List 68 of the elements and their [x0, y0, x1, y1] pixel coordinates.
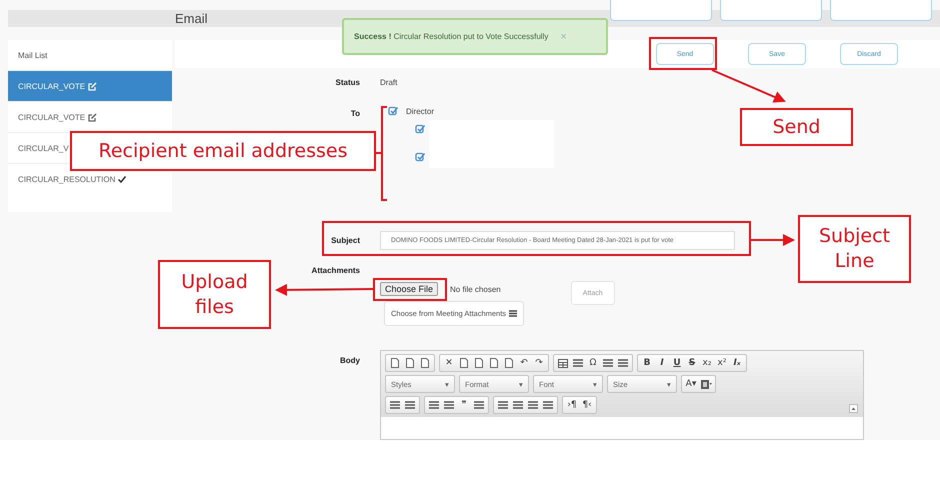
toolbar-button[interactable]	[556, 356, 570, 370]
toolbar-button[interactable]	[502, 356, 516, 370]
toolbar-button[interactable]	[457, 356, 471, 370]
toast-message: Success ! Circular Resolution put to Vote Successfully	[354, 32, 548, 41]
checked-box-icon[interactable]	[415, 152, 425, 162]
toolbar-button[interactable]: x₂	[700, 356, 714, 370]
lines-icon	[528, 401, 538, 409]
highlight-frame	[649, 37, 717, 70]
lines-icon	[618, 359, 628, 367]
toolbar-button[interactable]	[472, 356, 486, 370]
toolbar-button[interactable]: A▾	[684, 377, 698, 391]
toolbar-button[interactable]: x²	[715, 356, 729, 370]
callout-label: Upload files	[158, 260, 271, 329]
lines-icon	[543, 401, 553, 409]
toolbar-button[interactable]: Iₓ	[730, 356, 744, 370]
table-icon	[558, 358, 568, 368]
toolbar-button[interactable]	[403, 356, 417, 370]
recipient-name: Director	[406, 106, 434, 116]
lines-icon	[513, 401, 523, 409]
file-status: No file chosen	[450, 284, 501, 294]
lines-icon	[444, 401, 454, 409]
edit-icon	[88, 82, 98, 90]
toolbar-button[interactable]: I	[655, 356, 669, 370]
field-label: Body	[339, 356, 360, 365]
toolbar-button[interactable]	[388, 356, 402, 370]
callout-label: Recipient email addresses	[70, 131, 376, 171]
lines-icon	[603, 359, 613, 367]
status-value: Draft	[380, 78, 398, 87]
lines-icon	[405, 401, 415, 409]
field-label: Subject	[330, 236, 360, 245]
field-label: Attachments	[310, 266, 360, 275]
lines-icon	[429, 401, 439, 409]
page-title: Email	[175, 11, 208, 26]
toolbar-button[interactable]: S	[685, 356, 699, 370]
toolbar-button[interactable]: ↶	[517, 356, 531, 370]
callout-label: Send	[740, 108, 853, 146]
toolbar-button[interactable]: B	[640, 356, 654, 370]
list-icon	[509, 310, 518, 317]
field-label: To	[350, 109, 360, 118]
lines-icon	[474, 401, 484, 409]
mail-list-item[interactable]: CIRCULAR_RESOLUTION	[18, 174, 126, 184]
lines-icon	[498, 401, 508, 409]
toolbar-button[interactable]	[487, 356, 501, 370]
checked-box-icon[interactable]	[415, 124, 425, 134]
callout-label: Subject Line	[798, 215, 911, 283]
toolbar-button[interactable]: ↷	[532, 356, 546, 370]
toolbar-button[interactable]	[418, 356, 432, 370]
edit-icon	[88, 112, 98, 122]
mail-list-item[interactable]: CIRCULAR_V	[18, 144, 69, 152]
checked-box-icon[interactable]	[388, 106, 398, 116]
toolbar-button[interactable]: ❞	[457, 398, 471, 412]
mail-list-item[interactable]: CIRCULAR_VOTE	[18, 112, 98, 122]
lines-icon	[390, 401, 400, 409]
toolbar-button[interactable]: ¶‹	[580, 398, 594, 412]
mail-list-item[interactable]: CIRCULAR_VOTE	[18, 82, 98, 90]
toolbar-button[interactable]: ✕	[442, 356, 456, 370]
collapse-icon[interactable]	[849, 404, 858, 413]
checkmark-icon	[118, 176, 126, 182]
choose-file-button[interactable]: Choose File	[380, 282, 438, 296]
toolbar-button[interactable]: U	[670, 356, 684, 370]
field-label: Status	[334, 78, 360, 87]
toolbar-button[interactable]	[699, 377, 713, 391]
toolbar-button[interactable]: Ω	[586, 356, 600, 370]
lines-icon	[573, 359, 583, 367]
mail-list-title: Mail List	[17, 50, 48, 62]
arrow	[751, 234, 795, 246]
toolbar-button[interactable]: ›¶	[565, 398, 579, 412]
color-swatch-icon	[700, 380, 712, 388]
